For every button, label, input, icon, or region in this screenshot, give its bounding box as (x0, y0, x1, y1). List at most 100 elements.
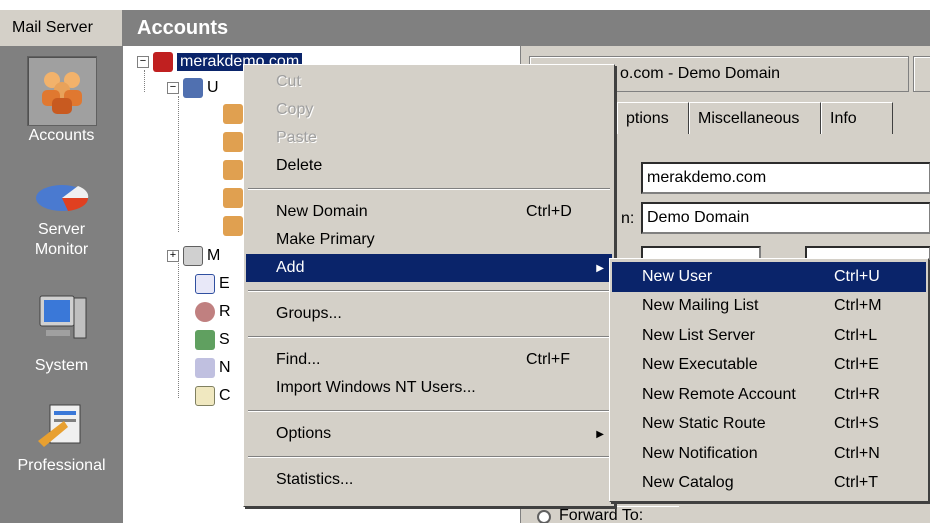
menu-item-make-primary[interactable]: Make Primary (246, 226, 612, 254)
menu-item-import-nt-users[interactable]: Import Windows NT Users... (246, 374, 612, 402)
menu-item-label: Options (276, 425, 332, 442)
tree-node-label: M (207, 247, 221, 264)
menu-separator (248, 188, 610, 190)
menu-item-label: New Executable (642, 356, 758, 374)
tree-node-label: S (219, 331, 230, 348)
tree-node-label: E (219, 275, 230, 292)
sidebar-item-accounts[interactable]: Accounts (0, 56, 123, 146)
server-monitor-icon (27, 168, 97, 220)
expand-icon[interactable]: + (167, 250, 179, 262)
menu-item-shortcut: Ctrl+F (526, 351, 570, 368)
accounts-icon (26, 56, 97, 126)
menu-item-label: Import Windows NT Users... (276, 379, 476, 396)
system-icon (27, 284, 97, 356)
tree-line (178, 250, 179, 398)
domain-field-value: merakdemo.com (647, 169, 767, 186)
catalog-icon (195, 386, 215, 406)
sidebar-item-label: Professional (17, 457, 106, 474)
description-field[interactable]: Demo Domain (641, 202, 930, 234)
menu-separator (248, 410, 610, 412)
mailing-list-icon (183, 246, 203, 266)
submenu-item-new-mailing-list[interactable]: New Mailing List Ctrl+M (612, 292, 926, 322)
collapse-icon[interactable]: − (137, 56, 149, 68)
professional-icon (27, 396, 97, 456)
tab-label: Info (830, 109, 857, 127)
tab-miscellaneous[interactable]: Miscellaneous (689, 102, 821, 134)
menu-item-groups[interactable]: Groups... (246, 300, 612, 328)
menu-item-label: Copy (276, 101, 314, 118)
tab-info[interactable]: Info (821, 102, 893, 134)
menu-item-paste[interactable]: Paste (246, 124, 612, 152)
domain-field[interactable]: merakdemo.com (641, 162, 930, 194)
submenu-arrow-icon: ▶ (596, 428, 604, 440)
menu-separator (248, 336, 610, 338)
menu-separator (248, 290, 610, 292)
submenu-item-new-executable[interactable]: New Executable Ctrl+E (612, 351, 926, 381)
radio-icon (537, 510, 551, 523)
sidebar-item-label: Accounts (28, 127, 95, 144)
sidebar-item-professional[interactable]: Professional (0, 396, 123, 476)
menu-item-shortcut: Ctrl+D (526, 203, 572, 220)
submenu-item-new-catalog[interactable]: New Catalog Ctrl+T (612, 469, 926, 499)
user-icon (223, 104, 243, 124)
tree-node-users[interactable]: − U (167, 76, 219, 100)
menu-item-copy[interactable]: Copy (246, 96, 612, 124)
tree-node-label: N (219, 359, 231, 376)
menu-item-shortcut: Ctrl+R (834, 385, 880, 403)
tree-node-e[interactable]: E (195, 272, 230, 296)
menu-item-options[interactable]: Options ▶ (246, 420, 612, 448)
menu-item-statistics[interactable]: Statistics... (246, 466, 612, 494)
context-menu: Cut Copy Paste Delete New Domain Ctrl+D M… (243, 64, 615, 507)
submenu-item-new-user[interactable]: New User Ctrl+U (612, 262, 926, 292)
menu-item-shortcut: Ctrl+N (834, 444, 880, 462)
tree-node-label: C (219, 387, 231, 404)
user-icon (223, 188, 243, 208)
user-icon (223, 132, 243, 152)
submenu-item-new-notification[interactable]: New Notification Ctrl+N (612, 439, 926, 469)
menu-item-shortcut: Ctrl+E (834, 356, 879, 374)
users-icon (183, 78, 203, 98)
menu-item-label: Groups... (276, 305, 342, 322)
sidebar-item-server-monitor[interactable]: Server Monitor (0, 168, 123, 260)
tree-node-n[interactable]: N (195, 356, 231, 380)
menu-item-label: New Static Route (642, 415, 766, 433)
tab-label: Miscellaneous (698, 109, 800, 127)
menu-item-label: New User (642, 267, 713, 285)
menu-item-label: New Notification (642, 444, 758, 462)
menu-item-label: Paste (276, 129, 317, 146)
tree-node-r[interactable]: R (195, 300, 231, 324)
forward-to-radio[interactable]: Forward To: (529, 506, 679, 523)
tab-options[interactable]: ptions (617, 102, 689, 134)
menu-item-cut[interactable]: Cut (246, 68, 612, 96)
submenu-item-new-static-route[interactable]: New Static Route Ctrl+S (612, 410, 926, 440)
menu-item-label: Find... (276, 351, 321, 368)
submenu-item-new-list-server[interactable]: New List Server Ctrl+L (612, 321, 926, 351)
menu-item-find[interactable]: Find... Ctrl+F (246, 346, 612, 374)
sidebar-header: Mail Server (0, 10, 123, 46)
tree-node-m[interactable]: + M (167, 244, 220, 268)
menu-item-label: Add (276, 259, 305, 276)
sidebar-item-label: Server Monitor (34, 221, 89, 258)
menu-item-add[interactable]: Add ▶ (246, 254, 612, 282)
page-title: Accounts (123, 10, 930, 46)
menu-item-shortcut: Ctrl+L (834, 326, 878, 344)
forward-to-label: Forward To: (559, 507, 644, 523)
panel-button[interactable] (913, 56, 930, 92)
submenu-item-new-remote-account[interactable]: New Remote Account Ctrl+R (612, 380, 926, 410)
static-route-icon (195, 330, 215, 350)
menu-item-label: New Catalog (642, 474, 734, 492)
tree-node-c[interactable]: C (195, 384, 231, 408)
user-icon (223, 160, 243, 180)
description-field-value: Demo Domain (647, 209, 750, 226)
user-icon (223, 216, 243, 236)
collapse-icon[interactable]: − (167, 82, 179, 94)
menu-item-label: New Remote Account (642, 385, 796, 403)
menu-item-label: Delete (276, 157, 323, 174)
menu-item-delete[interactable]: Delete (246, 152, 612, 180)
menu-item-shortcut: Ctrl+T (834, 474, 878, 492)
sidebar-item-system[interactable]: System (0, 284, 123, 376)
notification-icon (195, 358, 215, 378)
tree-node-s[interactable]: S (195, 328, 230, 352)
menu-item-new-domain[interactable]: New Domain Ctrl+D (246, 198, 612, 226)
executable-icon (195, 274, 215, 294)
